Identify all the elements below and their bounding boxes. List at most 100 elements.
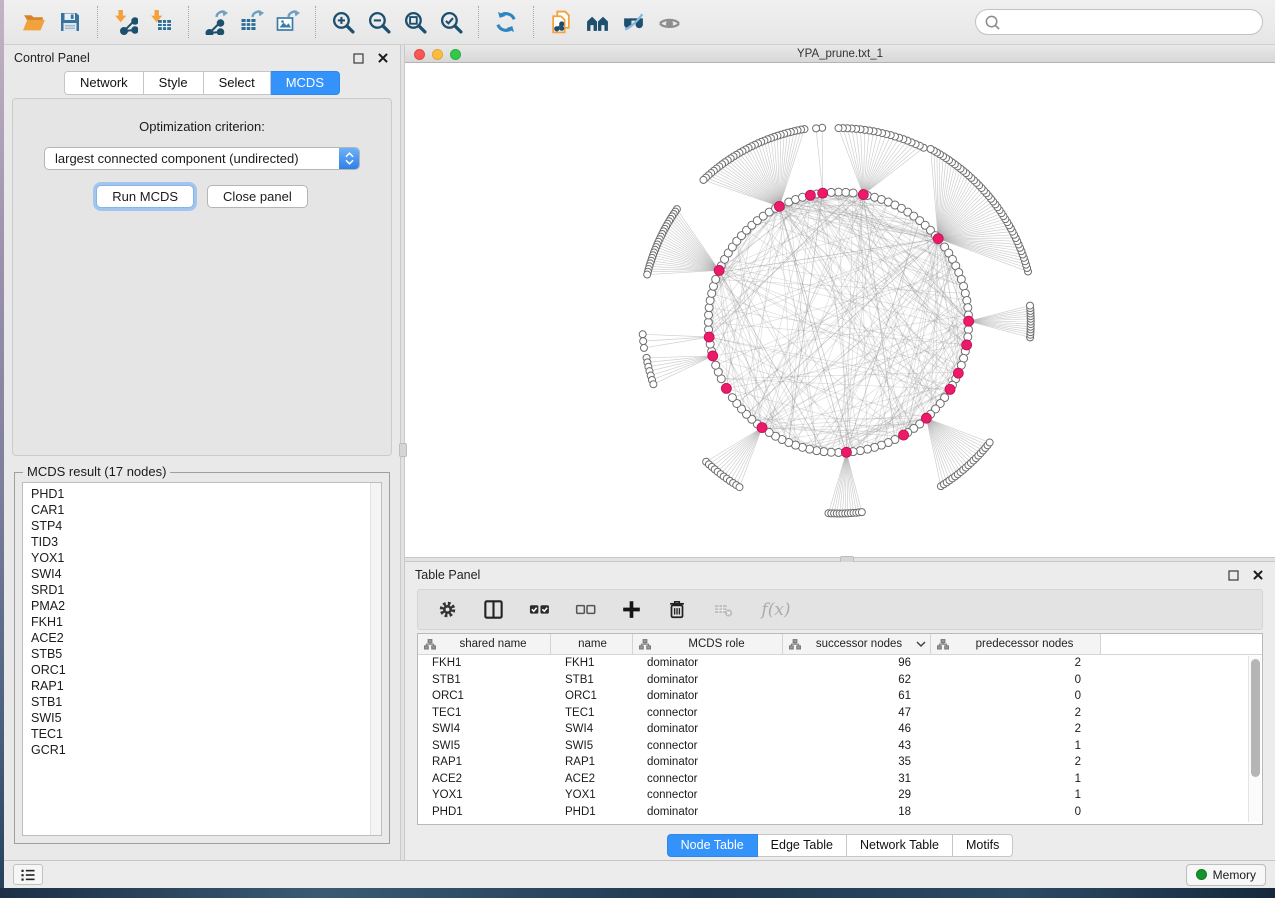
node-table[interactable]: shared namenameMCDS rolesuccessor nodesp… [417, 633, 1263, 825]
tab-motifs[interactable]: Motifs [953, 834, 1013, 857]
search-input[interactable] [1001, 15, 1254, 29]
search-box[interactable] [975, 9, 1263, 35]
mcds-list-scrollbar[interactable] [370, 483, 381, 835]
column-header-shared-name[interactable]: shared name [418, 634, 551, 654]
select-all-button[interactable] [526, 597, 552, 623]
toolbar-separator [478, 6, 479, 38]
table-row[interactable]: STB1STB1dominator620 [418, 672, 1262, 689]
close-window-icon[interactable] [414, 49, 425, 60]
export-table-button[interactable] [234, 4, 270, 40]
export-network-button[interactable] [198, 4, 234, 40]
mcds-node-item[interactable]: FKH1 [31, 614, 381, 630]
zoom-in-icon [331, 10, 356, 35]
run-mcds-button[interactable]: Run MCDS [96, 185, 194, 208]
table-row[interactable]: YOX1YOX1connector291 [418, 787, 1262, 804]
table-row[interactable]: TEC1TEC1connector472 [418, 705, 1262, 722]
close-panel-button[interactable]: Close panel [207, 185, 308, 208]
table-row[interactable]: RAP1RAP1dominator352 [418, 754, 1262, 771]
table-row[interactable]: ACE2ACE2connector311 [418, 771, 1262, 788]
memory-button[interactable]: Memory [1186, 864, 1266, 886]
close-panel-icon[interactable] [376, 51, 390, 65]
mcds-node-item[interactable]: ORC1 [31, 662, 381, 678]
minimize-window-icon[interactable] [432, 49, 443, 60]
import-table-button[interactable] [143, 4, 179, 40]
tab-edge-table[interactable]: Edge Table [758, 834, 847, 857]
mcds-node-item[interactable]: PMA2 [31, 598, 381, 614]
automation-panel-button[interactable] [13, 864, 43, 885]
tab-select[interactable]: Select [204, 71, 271, 95]
cell: 2 [931, 657, 1101, 669]
zoom-selected-button[interactable] [433, 4, 469, 40]
zoom-out-button[interactable] [361, 4, 397, 40]
unselect-all-button[interactable] [572, 597, 598, 623]
cell: RAP1 [551, 756, 633, 768]
mcds-node-item[interactable]: ACE2 [31, 630, 381, 646]
close-panel-icon[interactable] [1251, 568, 1265, 582]
toolbar-separator [188, 6, 189, 38]
maximize-window-icon[interactable] [450, 49, 461, 60]
table-row[interactable]: SWI5SWI5connector431 [418, 738, 1262, 755]
add-row-button[interactable] [618, 597, 644, 623]
mcds-node-item[interactable]: GCR1 [31, 742, 381, 758]
tab-mcds[interactable]: MCDS [271, 71, 340, 95]
mcds-node-item[interactable]: TEC1 [31, 726, 381, 742]
table-row[interactable]: FKH1FKH1dominator962 [418, 655, 1262, 672]
network-canvas-wrap[interactable] [405, 63, 1275, 558]
mcds-node-item[interactable]: TID3 [31, 534, 381, 550]
mcds-node-item[interactable]: PHD1 [31, 486, 381, 502]
mcds-node-item[interactable]: SRD1 [31, 582, 381, 598]
zoom-fit-button[interactable] [397, 4, 433, 40]
tab-network[interactable]: Network [64, 71, 144, 95]
network-window-titlebar[interactable]: YPA_prune.txt_1 [405, 45, 1275, 63]
tree-icon [424, 639, 440, 650]
float-panel-icon[interactable] [351, 51, 366, 66]
add-row-icon [621, 599, 642, 620]
hide-selected-button[interactable] [615, 4, 651, 40]
column-header-successor-nodes[interactable]: successor nodes [783, 634, 931, 654]
refresh-button[interactable] [488, 4, 524, 40]
mcds-node-item[interactable]: YOX1 [31, 550, 381, 566]
mcds-result-list[interactable]: PHD1CAR1STP4TID3YOX1SWI4SRD1PMA2FKH1ACE2… [22, 482, 382, 836]
zoom-in-button[interactable] [325, 4, 361, 40]
show-columns-button[interactable] [480, 597, 506, 623]
table-row[interactable]: PHD1PHD1dominator180 [418, 804, 1262, 821]
splitter-handle[interactable] [399, 443, 407, 457]
show-all-button[interactable] [651, 4, 687, 40]
network-canvas[interactable] [405, 63, 1275, 558]
column-header-MCDS-role[interactable]: MCDS role [633, 634, 783, 654]
delete-row-button[interactable] [664, 597, 690, 623]
export-image-button[interactable] [270, 4, 306, 40]
mcds-node-item[interactable]: CAR1 [31, 502, 381, 518]
delete-table-icon [711, 599, 735, 620]
import-table-icon [148, 9, 174, 35]
float-panel-icon[interactable] [1226, 568, 1241, 583]
mcds-node-item[interactable]: SWI5 [31, 710, 381, 726]
criterion-select[interactable]: largest connected component (undirected) [44, 147, 360, 170]
open-session-button[interactable] [16, 4, 52, 40]
mcds-node-item[interactable]: STB5 [31, 646, 381, 662]
import-network-button[interactable] [107, 4, 143, 40]
cell: connector [633, 773, 783, 785]
memory-status-icon [1196, 869, 1207, 880]
zoom-selected-icon [439, 10, 464, 35]
column-header-predecessor-nodes[interactable]: predecessor nodes [931, 634, 1101, 654]
settings-gear-button[interactable] [434, 597, 460, 623]
cell: dominator [633, 723, 783, 735]
tab-node-table[interactable]: Node Table [667, 834, 758, 857]
cell: 31 [783, 773, 931, 785]
tab-style[interactable]: Style [144, 71, 204, 95]
cell: PHD1 [418, 806, 551, 818]
scrollbar-thumb[interactable] [1251, 659, 1260, 777]
mcds-node-item[interactable]: SWI4 [31, 566, 381, 582]
mcds-node-item[interactable]: STB1 [31, 694, 381, 710]
tab-network-table[interactable]: Network Table [847, 834, 953, 857]
column-header-name[interactable]: name [551, 634, 633, 654]
network-file-button[interactable] [543, 4, 579, 40]
table-scrollbar[interactable] [1248, 656, 1261, 822]
table-row[interactable]: SWI4SWI4dominator462 [418, 721, 1262, 738]
mcds-node-item[interactable]: STP4 [31, 518, 381, 534]
mcds-node-item[interactable]: RAP1 [31, 678, 381, 694]
table-row[interactable]: ORC1ORC1dominator610 [418, 688, 1262, 705]
save-session-button[interactable] [52, 4, 88, 40]
first-neighbors-button[interactable] [579, 4, 615, 40]
